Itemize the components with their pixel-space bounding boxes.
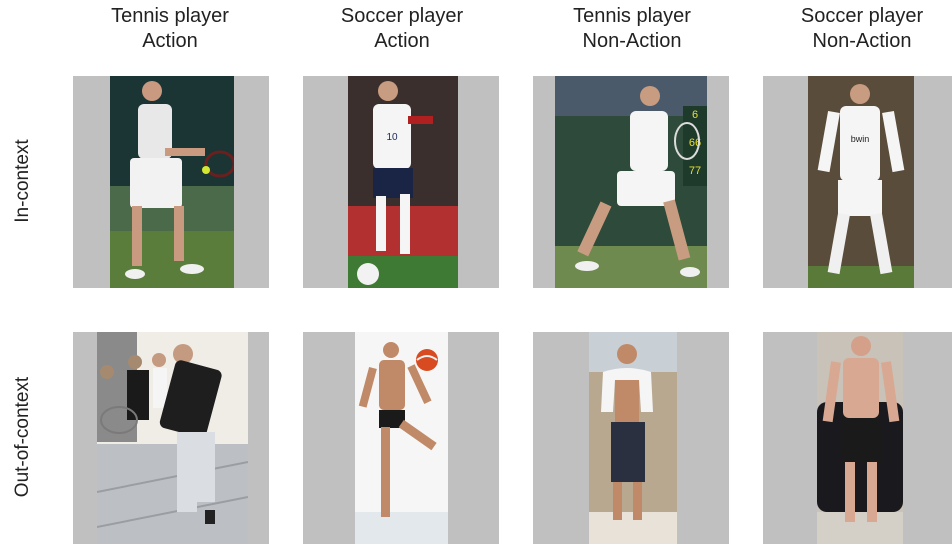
photo-man-in-suit-with-racket [97,332,248,544]
row-label-out-of-context: Out-of-context [12,376,33,498]
image-panel-soccer-action-in-context: 10 [303,76,499,288]
photo-soccer-player-standing: bwin [808,76,914,288]
photo-tennis-player-forehand [110,76,234,288]
column-header-line1: Tennis player [111,5,229,27]
image-panel-soccer-nonaction-out-of-context [763,332,952,544]
svg-text:10: 10 [386,132,398,143]
column-header-line1: Soccer player [340,5,464,27]
column-header-tennis-action: Tennis player Action [70,4,270,54]
photo-tennis-player-celebrating: 6 66 77 [555,76,707,288]
image-panel-tennis-action-out-of-context [73,332,269,544]
photo-man-juggling-ball [355,332,448,544]
image-panel-soccer-action-out-of-context [303,332,499,544]
column-header-line1: Soccer player [800,5,924,27]
photo-soccer-player-dribbling: 10 [348,76,458,288]
column-header-line2: Non-Action [582,30,682,52]
svg-text:bwin: bwin [851,134,870,144]
photo-man-with-towel [589,332,677,544]
image-panel-tennis-nonaction-in-context: 6 66 77 [533,76,729,288]
column-header-soccer-action: Soccer player Action [302,4,502,54]
column-header-line2: Action [142,30,198,52]
column-header-line2: Action [374,30,430,52]
image-panel-tennis-nonaction-out-of-context [533,332,729,544]
svg-text:77: 77 [689,165,701,177]
column-header-line1: Tennis player [573,5,691,27]
svg-text:6: 6 [692,109,698,121]
column-header-soccer-nonaction: Soccer player Non-Action [762,4,952,54]
row-label-in-context: In-context [12,139,33,223]
photo-shirtless-man-by-car [817,332,903,544]
column-header-line2: Non-Action [812,30,912,52]
column-header-tennis-nonaction: Tennis player Non-Action [532,4,732,54]
image-panel-soccer-nonaction-in-context: bwin [763,76,952,288]
image-panel-tennis-action-in-context [73,76,269,288]
